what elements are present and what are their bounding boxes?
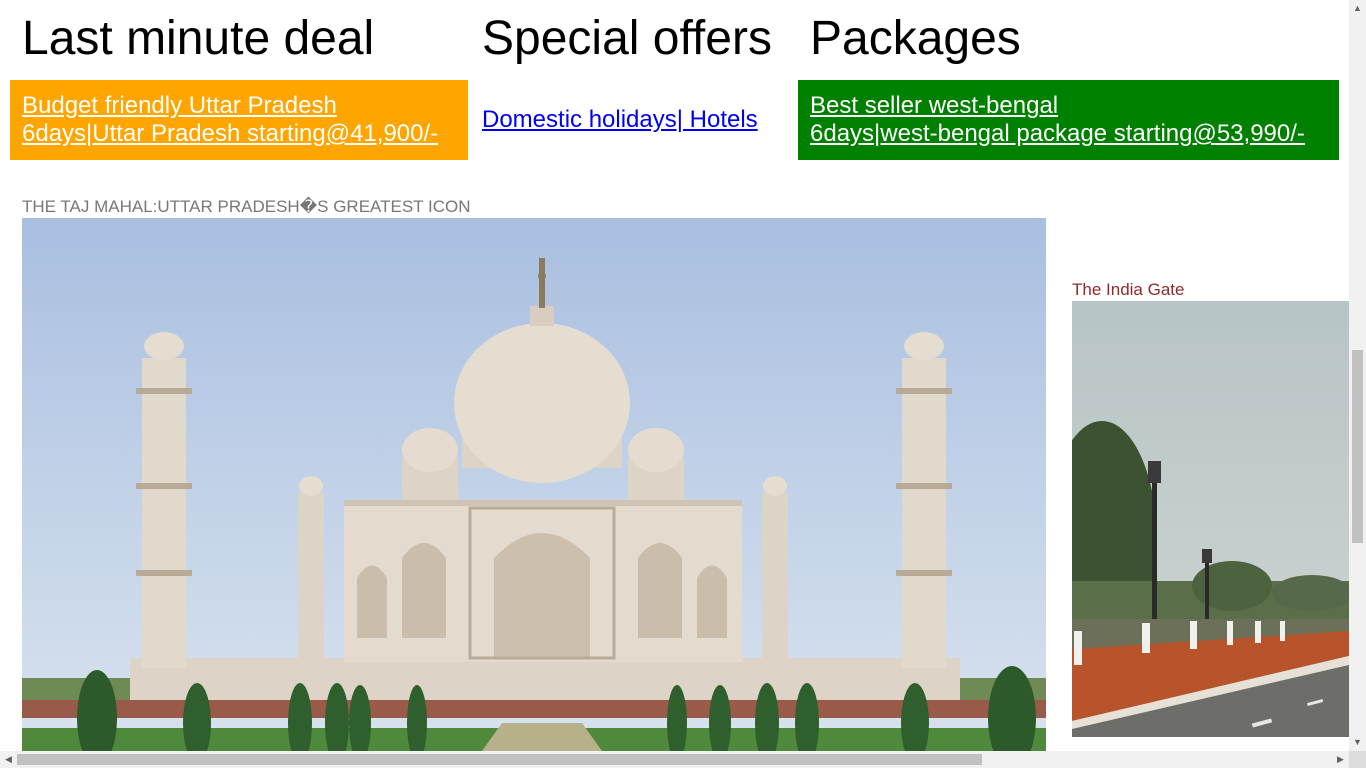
india-gate-photo	[1072, 301, 1349, 737]
vertical-scroll-thumb[interactable]	[1352, 350, 1363, 543]
horizontal-scroll-thumb[interactable]	[17, 754, 982, 765]
horizontal-scrollbar[interactable]: ◀ ▶	[0, 751, 1349, 768]
uttar-pradesh-deal-box: Budget friendly Uttar Pradesh 6days|Utta…	[10, 80, 468, 160]
last-minute-deal-title: Last minute deal	[22, 12, 375, 65]
taj-mahal-photo	[22, 218, 1046, 751]
west-bengal-deal-link[interactable]: Best seller west-bengal 6days|west-benga…	[810, 92, 1327, 148]
taj-mahal-caption: THE TAJ MAHAL:UTTAR PRADESH�S GREATEST I…	[22, 197, 471, 216]
uttar-pradesh-deal-line2: 6days|Uttar Pradesh starting@41,900/-	[22, 120, 439, 147]
domestic-holidays-link[interactable]: Domestic holidays| Hotels	[482, 106, 758, 134]
uttar-pradesh-deal-link[interactable]: Budget friendly Uttar Pradesh 6days|Utta…	[22, 92, 456, 148]
west-bengal-deal-line2: 6days|west-bengal package starting@53,99…	[810, 120, 1305, 147]
india-gate-caption: The India Gate	[1072, 280, 1185, 299]
scroll-down-arrow-icon[interactable]: ▼	[1349, 734, 1366, 751]
west-bengal-deal-box: Best seller west-bengal 6days|west-benga…	[798, 80, 1339, 160]
scroll-right-arrow-icon[interactable]: ▶	[1332, 751, 1349, 768]
special-offers-title: Special offers	[482, 12, 772, 65]
vertical-scrollbar[interactable]: ▲ ▼	[1349, 0, 1366, 751]
west-bengal-deal-line1: Best seller west-bengal	[810, 92, 1059, 119]
scrollbar-corner	[1349, 751, 1366, 768]
packages-title: Packages	[810, 12, 1021, 65]
scroll-left-arrow-icon[interactable]: ◀	[0, 751, 17, 768]
scroll-up-arrow-icon[interactable]: ▲	[1349, 0, 1366, 17]
uttar-pradesh-deal-line1: Budget friendly Uttar Pradesh	[22, 92, 337, 119]
